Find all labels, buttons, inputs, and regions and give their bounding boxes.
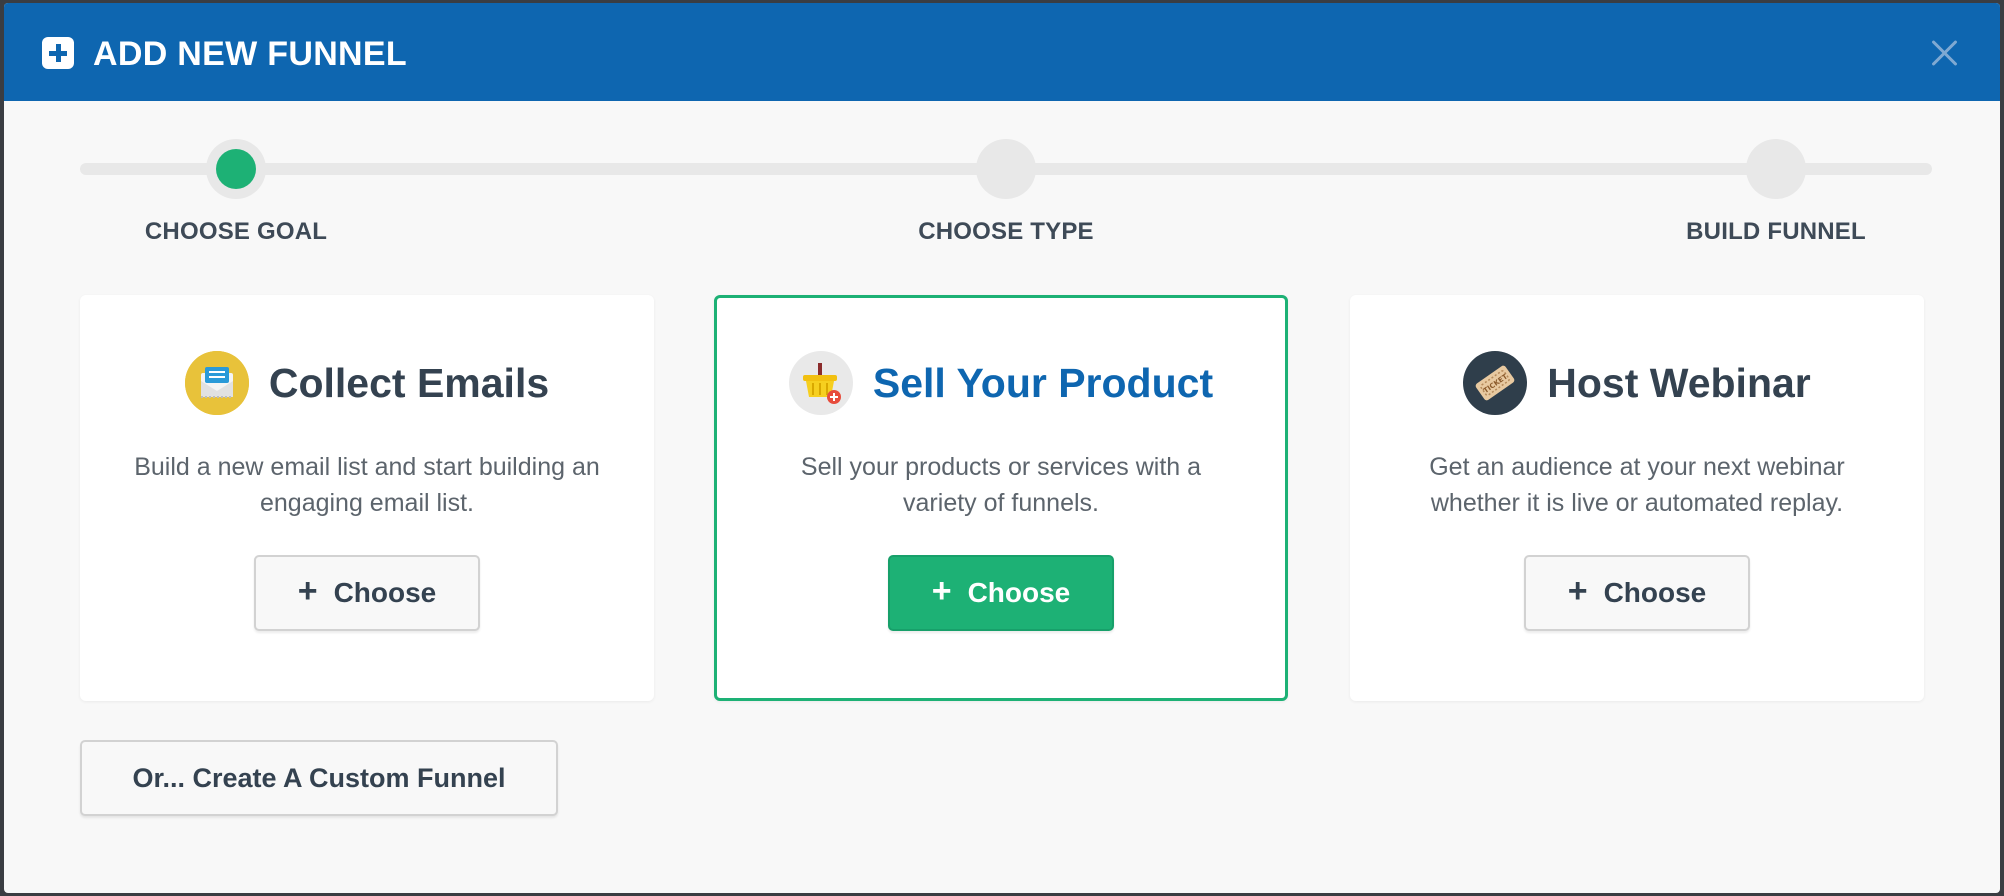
goal-card-collect-emails[interactable]: Collect Emails Build a new email list an…: [80, 295, 654, 701]
choose-button[interactable]: + Choose: [888, 555, 1114, 631]
choose-button-label: Choose: [1603, 577, 1707, 608]
close-icon[interactable]: [1922, 30, 1966, 74]
choose-button[interactable]: + Choose: [1524, 555, 1750, 631]
card-description: Sell your products or services with a va…: [800, 453, 1202, 517]
card-title: Collect Emails: [268, 359, 550, 406]
add-funnel-modal: ADD NEW FUNNEL CHOOSE GOAL CHOOSE TYPE B…: [4, 3, 2000, 893]
modal-header: ADD NEW FUNNEL: [4, 3, 2000, 101]
step-label: CHOOSE GOAL: [144, 218, 328, 245]
choose-button-label: Choose: [333, 577, 437, 608]
card-title: Sell Your Product: [872, 359, 1214, 406]
step-indicator: [1746, 139, 1806, 199]
choose-button-label: Choose: [967, 577, 1071, 608]
plus-icon: +: [931, 572, 952, 610]
plus-icon: +: [297, 572, 318, 610]
card-description: Get an audience at your next webinar whe…: [1429, 453, 1845, 517]
card-title: Host Webinar: [1547, 359, 1811, 406]
plus-square-icon: [42, 37, 74, 69]
modal-title: ADD NEW FUNNEL: [93, 35, 407, 73]
card-header: Collect Emails: [80, 351, 654, 415]
choose-button[interactable]: + Choose: [254, 555, 480, 631]
shopping-basket-icon: [788, 351, 853, 415]
goal-card-sell-product[interactable]: Sell Your Product Sell your products or …: [714, 295, 1288, 701]
create-custom-funnel-button[interactable]: Or... Create A Custom Funnel: [80, 740, 558, 816]
goal-card-host-webinar[interactable]: TICKET Host Webinar Get an audience at y…: [1350, 295, 1924, 701]
step-indicator-active: [206, 139, 266, 199]
ticket-icon: TICKET: [1463, 351, 1528, 415]
card-header: TICKET Host Webinar: [1350, 351, 1924, 415]
plus-icon: +: [1567, 572, 1588, 610]
progress-stepper: CHOOSE GOAL CHOOSE TYPE BUILD FUNNEL: [80, 131, 1932, 251]
card-description: Build a new email list and start buildin…: [134, 453, 600, 517]
card-header: Sell Your Product: [717, 351, 1285, 415]
step-label: CHOOSE TYPE: [918, 218, 1094, 245]
step-label: BUILD FUNNEL: [1686, 218, 1866, 245]
step-indicator: [976, 139, 1036, 199]
email-envelope-icon: [184, 351, 249, 415]
